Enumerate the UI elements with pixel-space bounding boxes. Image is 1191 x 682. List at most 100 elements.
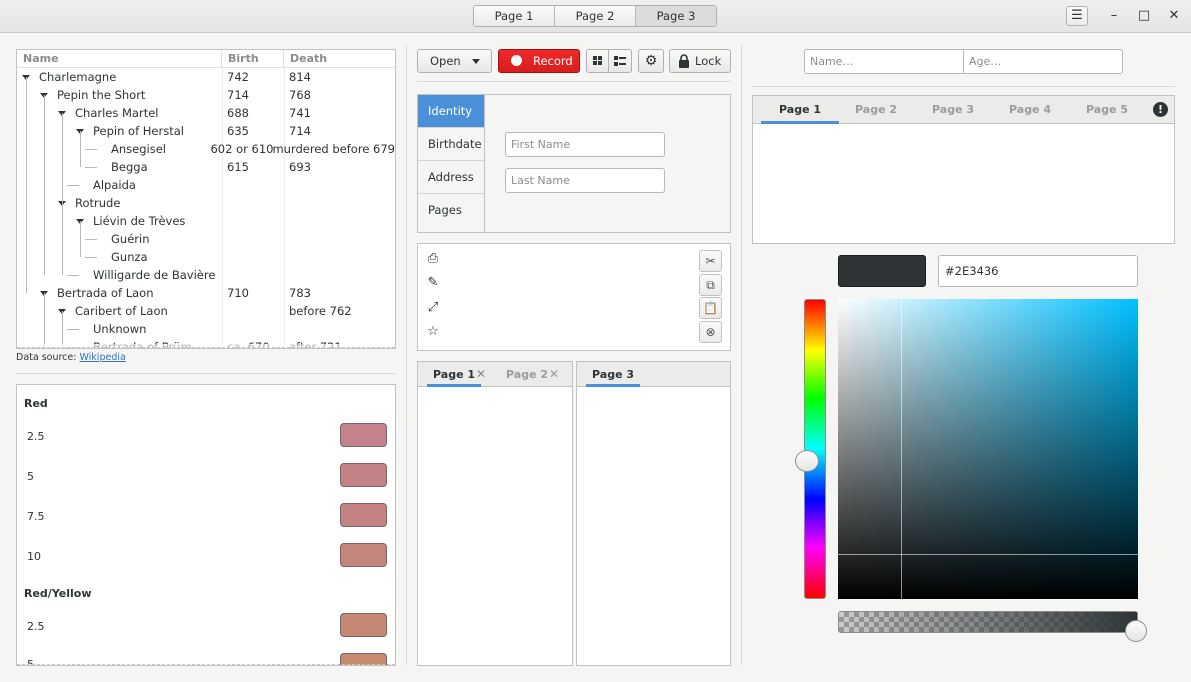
- wikipedia-link[interactable]: Wikipedia: [79, 352, 125, 363]
- tree-row[interactable]: Caribert of Laon before 762: [17, 302, 395, 320]
- grid-view-button[interactable]: [586, 49, 609, 73]
- tab-page-3[interactable]: Page 3: [586, 362, 641, 387]
- tree-cell-death: 693: [289, 160, 311, 174]
- family-tree-view[interactable]: Name Birth Death Charlemagne 742 814 Pepin …: [16, 49, 396, 349]
- sidebar-item-pages[interactable]: Pages: [418, 194, 484, 227]
- tab-page-2[interactable]: Page 2: [855, 96, 897, 124]
- paste-icon[interactable]: 📋: [699, 297, 722, 319]
- tree-row[interactable]: Guérin: [17, 230, 395, 248]
- cut-icon[interactable]: ✂: [699, 250, 722, 272]
- tree-cell-name: Liévin de Trèves: [17, 212, 222, 230]
- tree-name-label: Guérin: [111, 232, 150, 246]
- alpha-slider[interactable]: [838, 611, 1138, 633]
- edit-icon[interactable]: ✎: [424, 274, 442, 292]
- star-icon[interactable]: ☆: [424, 323, 442, 341]
- copy-icon[interactable]: ⧉: [699, 274, 722, 296]
- tree-row[interactable]: Charles Martel 688 741: [17, 104, 395, 122]
- record-button[interactable]: Record: [498, 49, 580, 73]
- tree-row[interactable]: Unknown: [17, 320, 395, 338]
- last-name-field[interactable]: Last Name: [505, 168, 665, 193]
- tree-cell-birth: [222, 194, 284, 212]
- sidebar-item-birthdate[interactable]: Birthdate: [418, 128, 484, 161]
- tree-row[interactable]: Gunza: [17, 248, 395, 266]
- color-swatch-list[interactable]: Red 2.5 5 7.5 10 Red/Yellow 2.5 5: [16, 384, 396, 666]
- sidebar-item-address[interactable]: Address: [418, 161, 484, 194]
- tree-row[interactable]: Ansegisel 602 or 610 murdered before 679: [17, 140, 395, 158]
- tree-name-label: Ansegisel: [111, 142, 166, 156]
- delete-icon[interactable]: ⊗: [699, 321, 722, 343]
- tree-cell-birth: [222, 320, 284, 338]
- group-heading-red-yellow: Red/Yellow: [24, 587, 92, 600]
- column-header-death[interactable]: Death: [284, 50, 395, 67]
- tree-cell-birth: [222, 230, 284, 248]
- tab-page-2[interactable]: Page 2: [506, 362, 548, 387]
- current-color-swatch[interactable]: [838, 255, 926, 287]
- print-icon[interactable]: ⎙: [424, 250, 442, 268]
- column-header-name[interactable]: Name: [17, 50, 222, 67]
- stack-page-3-button[interactable]: Page 3: [636, 6, 716, 26]
- tree-cell-death: 714: [289, 124, 311, 138]
- tree-name-label: Caribert of Laon: [75, 304, 168, 318]
- tree-cell-birth: 710: [227, 286, 249, 300]
- tree-name-label: Rotrude: [75, 196, 121, 210]
- tab-page-1[interactable]: Page 1: [427, 362, 482, 387]
- color-swatch[interactable]: [340, 423, 387, 447]
- age-field[interactable]: Age…: [963, 49, 1123, 74]
- tab-label: Page 4: [1009, 103, 1052, 116]
- sidebar-item-identity[interactable]: Identity: [418, 95, 484, 128]
- alpha-slider-handle[interactable]: [1125, 620, 1147, 642]
- tree-row[interactable]: Begga 615 693: [17, 158, 395, 176]
- stack-page-1-button[interactable]: Page 1: [474, 6, 555, 26]
- close-tab-icon[interactable]: ✕: [549, 362, 559, 387]
- tab-page-4[interactable]: Page 4: [1009, 96, 1051, 124]
- warning-icon[interactable]: !: [1153, 102, 1168, 117]
- color-swatch[interactable]: [340, 503, 387, 527]
- column-header-birth[interactable]: Birth: [222, 50, 284, 67]
- text-view-area[interactable]: ⎙ ✎ ⤢ ☆ ✂ ⧉ 📋 ⊗: [417, 243, 731, 351]
- color-swatch[interactable]: [340, 613, 387, 637]
- tree-cell-name: Alpaida: [17, 176, 222, 194]
- settings-button[interactable]: ⚙: [638, 49, 664, 73]
- tree-name-label: Pepin of Herstal: [93, 124, 184, 138]
- close-tab-icon[interactable]: ✕: [476, 362, 486, 387]
- color-swatch[interactable]: [340, 463, 387, 487]
- tab-page-3[interactable]: Page 3: [932, 96, 974, 124]
- list-view-button[interactable]: [608, 49, 632, 73]
- tree-row[interactable]: Willigarde de Bavière: [17, 266, 395, 284]
- tab-page-5[interactable]: Page 5: [1086, 96, 1128, 124]
- group-heading-red: Red: [24, 397, 48, 410]
- record-button-label: Record: [533, 54, 573, 68]
- tree-row[interactable]: Liévin de Trèves: [17, 212, 395, 230]
- tree-row[interactable]: Bertrada of Laon 710 783: [17, 284, 395, 302]
- tree-cell-death: 768: [289, 88, 311, 102]
- open-menu-button[interactable]: Open: [417, 49, 492, 73]
- first-name-field[interactable]: First Name: [505, 132, 665, 157]
- color-swatch[interactable]: [340, 543, 387, 567]
- hue-slider[interactable]: [804, 299, 826, 599]
- tree-cell-birth: [222, 266, 284, 284]
- tree-row[interactable]: Pepin the Short 714 768: [17, 86, 395, 104]
- tab-label: Page 1: [779, 103, 822, 116]
- fullscreen-icon[interactable]: ⤢: [424, 299, 442, 317]
- notebook-tab-strip: Page 1 ✕ Page 2 ✕: [418, 362, 572, 387]
- lock-button[interactable]: Lock: [669, 49, 731, 73]
- tree-row[interactable]: Pepin of Herstal 635 714: [17, 122, 395, 140]
- tree-row[interactable]: Charlemagne 742 814: [17, 68, 395, 86]
- record-dot-icon: [511, 55, 522, 66]
- tree-cell-death: 814: [289, 70, 311, 84]
- tab-page-1[interactable]: Page 1: [761, 96, 840, 124]
- name-field[interactable]: Name…: [804, 49, 964, 74]
- minimize-icon[interactable]: –: [1103, 6, 1125, 26]
- hamburger-menu-icon[interactable]: ☰: [1066, 6, 1088, 26]
- tree-row[interactable]: Alpaida: [17, 176, 395, 194]
- tree-header: Name Birth Death: [17, 50, 395, 68]
- tree-row[interactable]: Rotrude: [17, 194, 395, 212]
- hue-slider-handle[interactable]: [795, 450, 819, 472]
- lock-button-label: Lock: [695, 54, 722, 68]
- tree-cell-death: [284, 194, 395, 212]
- tab-label: Page 3: [932, 103, 975, 116]
- hex-color-field[interactable]: #2E3436: [938, 255, 1138, 287]
- maximize-icon[interactable]: □: [1133, 6, 1155, 26]
- stack-page-2-button[interactable]: Page 2: [555, 6, 636, 26]
- close-icon[interactable]: ✕: [1163, 6, 1185, 26]
